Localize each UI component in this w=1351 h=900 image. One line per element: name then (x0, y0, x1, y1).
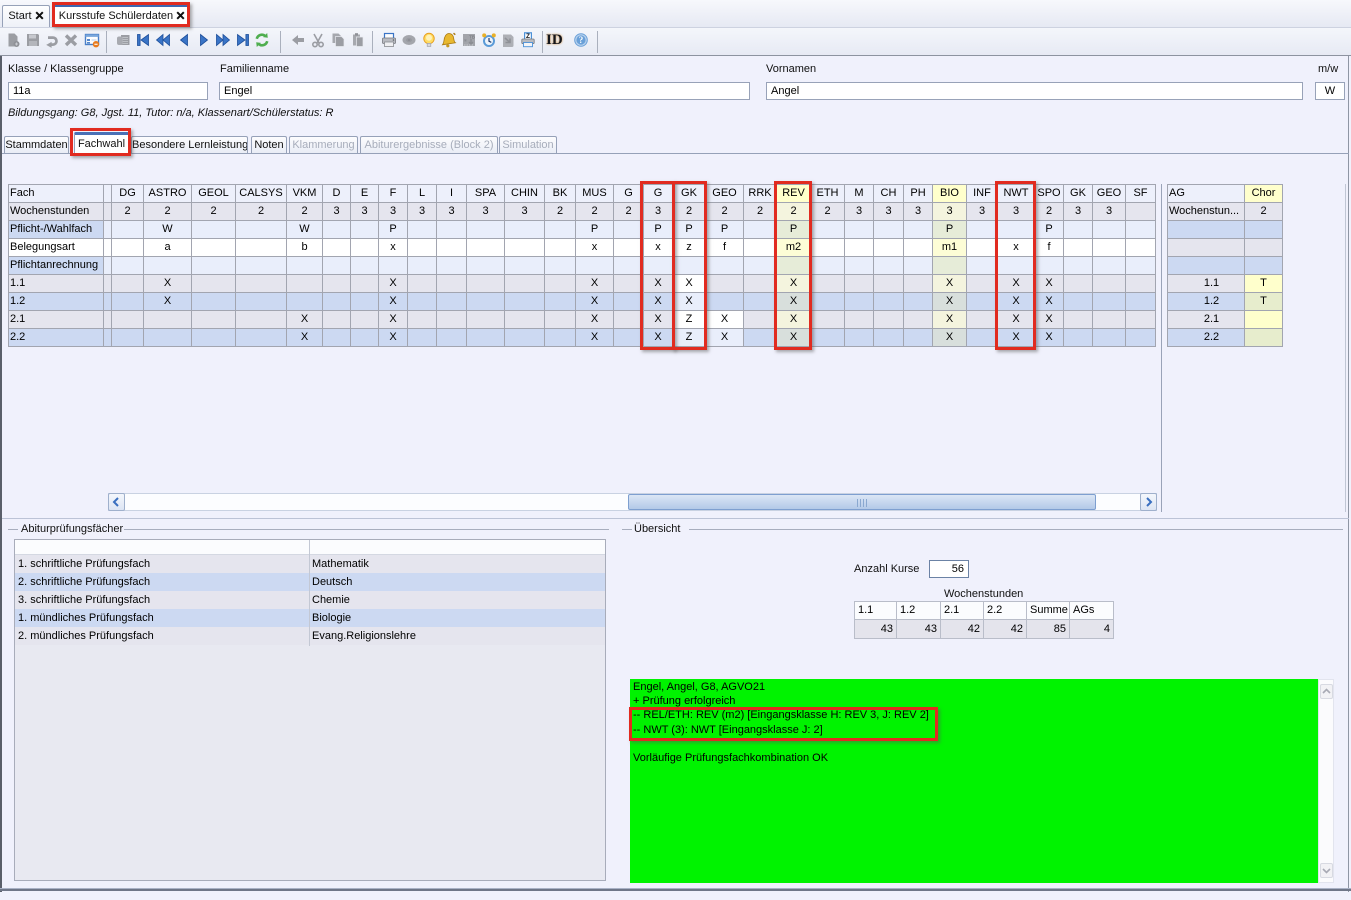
svg-text:TB: TB (469, 35, 475, 40)
svg-text:?: ? (579, 35, 584, 45)
